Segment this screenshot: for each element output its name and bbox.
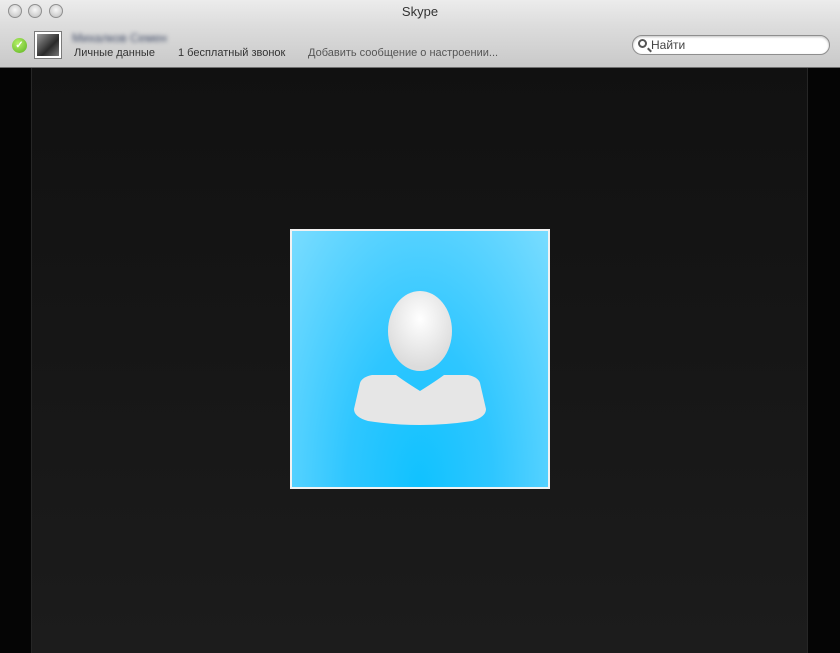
window-title: Skype [401,4,439,19]
head-shape [388,291,452,371]
profile-picture[interactable] [290,229,550,489]
personal-data-link[interactable]: Личные данные [74,47,155,59]
avatar-image [37,34,59,56]
search-box[interactable] [632,35,830,55]
search-input[interactable] [651,37,821,53]
user-name[interactable]: Михалков Семен [72,31,167,45]
online-status-check-icon[interactable]: ✓ [12,38,27,53]
search-icon [638,39,647,48]
default-user-icon [354,291,486,425]
mood-message-link[interactable]: Добавить сообщение о настроении... [308,47,498,59]
toolbar: Skype ✓ Михалков Семен Личные данные 1 б… [0,0,840,68]
shoulders-shape [354,375,486,425]
user-avatar-thumbnail[interactable] [34,31,62,59]
free-call-link[interactable]: 1 бесплатный звонок [178,47,285,59]
skype-window: Skype ✓ Михалков Семен Личные данные 1 б… [0,0,840,653]
